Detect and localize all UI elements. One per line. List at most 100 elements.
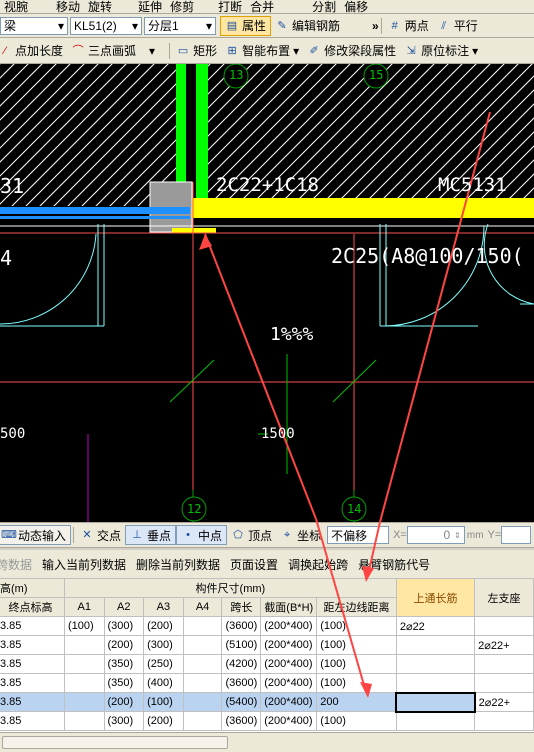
layer-select[interactable]: 分层1 ▾ (144, 16, 216, 35)
horizontal-scrollbar[interactable] (0, 732, 534, 752)
cell-top-rebar[interactable] (395, 711, 476, 731)
cell-a1[interactable] (63, 673, 105, 693)
header-end-elev[interactable]: 终点标高 (0, 597, 65, 617)
y-input[interactable] (501, 526, 532, 544)
in-situ-button[interactable]: ⇲ 原位标注 ▾ (400, 41, 482, 61)
edit-rebar-button[interactable]: ✎ 编辑钢筋 (271, 16, 344, 36)
cell-section[interactable]: (200*400) (260, 635, 318, 655)
cell-a1[interactable]: (100) (63, 616, 105, 636)
cell-top-rebar[interactable] (395, 635, 476, 655)
header-left-support[interactable]: 左支座 (474, 578, 534, 617)
cell-top-rebar-active[interactable] (395, 691, 476, 713)
column-right-stripe[interactable] (196, 64, 208, 204)
cell-end-elev[interactable]: 3.85 (0, 616, 65, 636)
cell-left-support[interactable] (474, 711, 534, 731)
cell-a1[interactable] (63, 654, 105, 674)
cell-dist[interactable]: (100) (316, 635, 397, 655)
rect-button[interactable]: ▭ 矩形 (172, 41, 221, 61)
tb1-view[interactable]: 视腕 (0, 0, 32, 13)
cell-a3[interactable]: (400) (143, 673, 184, 693)
cell-a4[interactable] (182, 673, 223, 693)
cantilever-rebar-code-button[interactable]: 悬臂钢筋代号 (358, 556, 430, 573)
cell-end-elev[interactable]: 3.85 (0, 635, 65, 655)
swap-start-span-button[interactable]: 调换起始跨 (288, 556, 348, 573)
table-row[interactable]: 3.85 (200) (300) (5100) (200*400) (100) … (0, 635, 534, 655)
cell-top-rebar[interactable] (395, 654, 476, 674)
cell-section[interactable]: (200*400) (260, 711, 318, 731)
cell-top-rebar[interactable] (395, 673, 476, 693)
header-a1[interactable]: A1 (63, 597, 105, 617)
x-input[interactable]: 0 ⇕ (406, 526, 465, 544)
yellow-beam[interactable] (192, 198, 534, 218)
cell-end-elev[interactable]: 3.85 (0, 654, 65, 674)
header-a4[interactable]: A4 (182, 597, 223, 617)
offset-select[interactable]: 不偏移 (327, 526, 390, 544)
scrollbar-thumb[interactable] (2, 736, 228, 749)
point-length-button[interactable]: ⁄ 点加长度 (0, 41, 67, 61)
properties-button[interactable]: ▤ 属性 (220, 15, 272, 36)
header-dist[interactable]: 距左边线距离 (316, 597, 397, 617)
cell-end-elev[interactable]: 3.85 (0, 673, 65, 693)
span-data-button[interactable]: 跨数据 (0, 556, 32, 573)
cell-a2[interactable]: (200) (103, 635, 145, 655)
delete-column-button[interactable]: 删除当前列数据 (136, 556, 220, 573)
type-select[interactable]: 梁 ▾ (0, 16, 68, 35)
more-icon[interactable]: » (372, 19, 379, 33)
three-point-arc-button[interactable]: ⌒ 三点画弧 ▾ (67, 41, 159, 61)
tb1-split[interactable]: 分割 (308, 0, 340, 13)
cell-a2[interactable]: (350) (103, 654, 145, 674)
cell-a4[interactable] (182, 654, 223, 674)
parallel-button[interactable]: ⫽ 平行 (433, 16, 482, 36)
snap-perpendicular[interactable]: ⊥ 垂点 (125, 525, 177, 545)
cell-a1[interactable] (63, 635, 105, 655)
cell-section[interactable]: (200*400) (260, 673, 318, 693)
page-setup-button[interactable]: 页面设置 (230, 556, 278, 573)
cell-span[interactable]: (5400) (221, 692, 262, 712)
cell-span[interactable]: (3600) (221, 711, 262, 731)
snap-vertex[interactable]: ⬠ 顶点 (227, 525, 276, 545)
table-row[interactable]: 3.85 (300) (200) (3600) (200*400) (100) (0, 711, 534, 731)
edit-beam-props-button[interactable]: ✐ 修改梁段属性 (303, 41, 400, 61)
table-row[interactable]: 3.85 (350) (250) (4200) (200*400) (100) (0, 654, 534, 674)
snap-midpoint[interactable]: • 中点 (176, 525, 228, 545)
cell-top-rebar[interactable]: 2⌀22 (395, 616, 476, 636)
snap-coordinate[interactable]: ⌖ 坐标 (276, 525, 325, 545)
cell-a2[interactable]: (200) (103, 692, 145, 712)
input-column-button[interactable]: 输入当前列数据 (42, 556, 126, 573)
header-span[interactable]: 跨长 (221, 597, 262, 617)
cell-a3[interactable]: (300) (143, 635, 184, 655)
cell-a1[interactable] (63, 711, 105, 731)
table-row[interactable]: 3.85 (100) (300) (200) (3600) (200*400) … (0, 616, 534, 636)
header-section[interactable]: 截面(B*H) (260, 597, 318, 617)
cell-a2[interactable]: (350) (103, 673, 145, 693)
cell-span[interactable]: (3600) (221, 673, 262, 693)
cell-end-elev[interactable]: 3.85 (0, 711, 65, 731)
tb1-merge[interactable]: 合并 (246, 0, 278, 13)
cell-a1[interactable] (63, 692, 105, 712)
two-point-button[interactable]: # 两点 (384, 16, 433, 36)
cell-left-support[interactable]: 2⌀22+ (474, 635, 534, 655)
cell-dist[interactable]: (100) (316, 711, 397, 731)
header-a2[interactable]: A2 (103, 597, 145, 617)
tb1-trim[interactable]: 修剪 (166, 0, 198, 13)
cell-dist[interactable]: 200 (316, 692, 397, 712)
cell-span[interactable]: (5100) (221, 635, 262, 655)
cell-left-support[interactable] (474, 654, 534, 674)
cell-a4[interactable] (182, 635, 223, 655)
tb1-offset[interactable]: 偏移 (340, 0, 372, 13)
header-top-rebar[interactable]: 上通长筋 (395, 578, 476, 617)
cell-section[interactable]: (200*400) (260, 616, 318, 636)
cell-left-support[interactable]: 2⌀22+ (474, 692, 534, 712)
cell-span[interactable]: (4200) (221, 654, 262, 674)
smart-layout-button[interactable]: ⊞ 智能布置 ▾ (221, 41, 303, 61)
header-a3[interactable]: A3 (143, 597, 184, 617)
cell-dist[interactable]: (100) (316, 616, 397, 636)
cell-a2[interactable]: (300) (103, 616, 145, 636)
table-row[interactable]: 3.85 (350) (400) (3600) (200*400) (100) (0, 673, 534, 693)
cell-left-support[interactable] (474, 673, 534, 693)
cell-a4[interactable] (182, 711, 223, 731)
dynamic-input-button[interactable]: ⌨ 动态输入 (0, 525, 72, 545)
cell-a3[interactable]: (100) (143, 692, 184, 712)
tb1-rotate[interactable]: 旋转 (84, 0, 116, 13)
cell-section[interactable]: (200*400) (260, 692, 318, 712)
